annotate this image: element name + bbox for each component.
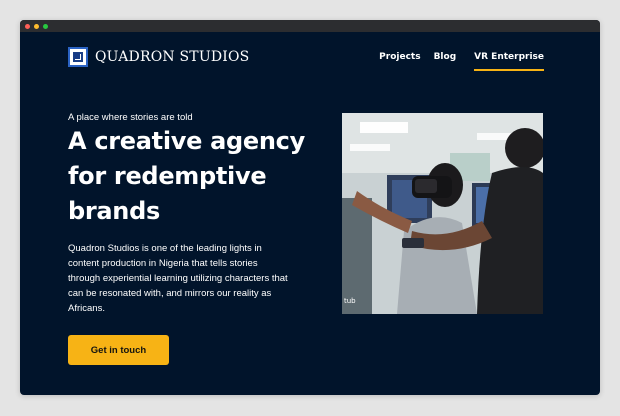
nav-link-vr-enterprise[interactable]: VR Enterprise [474, 52, 544, 71]
hero-image-vr: tub [342, 113, 543, 314]
quadron-logo-icon [68, 47, 88, 67]
hero-tagline: A place where stories are told [68, 112, 193, 123]
headline-line-1: A creative agency [68, 127, 305, 155]
get-in-touch-button[interactable]: Get in touch [68, 335, 169, 365]
headline-line-2: for redemptive [68, 162, 267, 190]
main-nav: Projects Blog VR Enterprise [366, 52, 544, 71]
site-header: QUADRON STUDIOS Projects Blog VR Enterpr… [68, 46, 544, 71]
window-titlebar [20, 20, 600, 32]
close-window-icon[interactable] [25, 23, 30, 29]
brand-logo[interactable]: QUADRON STUDIOS [68, 47, 249, 67]
headline-line-3: brands [68, 197, 160, 225]
minimize-window-icon[interactable] [34, 23, 39, 29]
brand-name: QUADRON STUDIOS [95, 49, 250, 65]
browser-window: QUADRON STUDIOS Projects Blog VR Enterpr… [20, 20, 600, 395]
hero-headline: A creative agency for redemptive brands [68, 124, 308, 229]
hero-description: Quadron Studios is one of the leading li… [68, 243, 288, 314]
nav-link-projects[interactable]: Projects [379, 52, 420, 62]
maximize-window-icon[interactable] [43, 23, 48, 29]
nav-link-blog[interactable]: Blog [434, 52, 457, 62]
image-watermark: tub [344, 297, 356, 305]
hero-text: A place where stories are told A creativ… [68, 112, 308, 316]
vr-photo-illustration: tub [342, 113, 543, 314]
